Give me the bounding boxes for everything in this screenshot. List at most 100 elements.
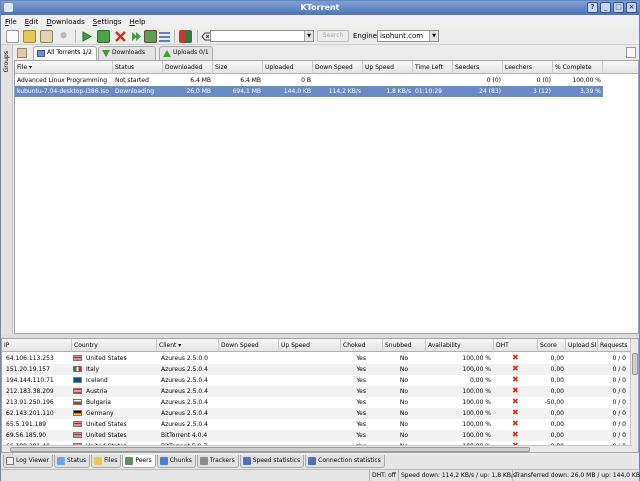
column-time-left[interactable]: Time Left xyxy=(413,61,453,74)
info-tabs: Log Viewer Status Files Peers Chunks Tra… xyxy=(1,455,639,469)
peer-client: Azureus 2.5.0.4 xyxy=(161,399,208,406)
column-status[interactable]: Status xyxy=(113,61,163,74)
torrent-row-selected[interactable]: kubuntu-7.04-desktop-i386.iso Downloadin… xyxy=(15,86,603,97)
peer-row[interactable]: 64.106.113.253 United States Azureus 2.5.0… xyxy=(2,353,630,364)
column-availability[interactable]: Availability xyxy=(426,339,494,352)
paste-icon[interactable] xyxy=(40,30,53,43)
peer-row[interactable]: 213.91.250.196 Bulgaria Azureus 2.5.0.4 Yes… xyxy=(2,397,630,408)
column-seeders[interactable]: Seeders xyxy=(453,61,503,74)
chevron-down-icon[interactable]: ▼ xyxy=(429,31,438,41)
peer-row[interactable]: 65.5.191.189 United States Azureus 2.5.0.4… xyxy=(2,419,630,430)
peer-availability: 100,00 % xyxy=(462,410,491,417)
column-uploaded[interactable]: Uploaded xyxy=(263,61,313,74)
ipfilter-icon[interactable] xyxy=(179,30,192,43)
column-down-speed[interactable]: Down Speed xyxy=(219,339,279,352)
peer-row[interactable]: 151.20.19.157 Italy Azureus 2.5.0.4 Yes No 10… xyxy=(2,364,630,375)
peer-score: 0,00 xyxy=(550,355,564,362)
chevron-down-icon[interactable]: ▼ xyxy=(304,31,313,41)
start-all-icon[interactable] xyxy=(130,30,143,43)
peer-country: Italy xyxy=(86,366,100,373)
torrent-row[interactable]: Advanced Linux Programming Not started 6… xyxy=(15,75,603,86)
torrent-time-left xyxy=(413,75,453,86)
stop-icon[interactable] xyxy=(97,30,110,43)
close-button[interactable]: × xyxy=(626,2,637,13)
view-list-icon[interactable] xyxy=(158,30,171,43)
column-complete[interactable]: % Complete xyxy=(553,61,603,74)
peer-score: 0,00 xyxy=(550,432,564,439)
column-client[interactable]: Client ▾ xyxy=(157,339,219,352)
peers-horizontal-scrollbar[interactable] xyxy=(2,445,632,452)
torrent-down-speed xyxy=(313,75,363,86)
new-torrent-icon[interactable] xyxy=(6,30,19,43)
stop-all-icon[interactable] xyxy=(144,30,157,43)
column-choked[interactable]: Choked xyxy=(341,339,383,352)
tab-chunks[interactable]: Chunks xyxy=(156,455,196,468)
remove-icon[interactable] xyxy=(114,30,127,43)
peer-requests: 0 / 0 xyxy=(612,355,626,362)
engine-select[interactable]: isohunt.com ▼ xyxy=(377,30,439,42)
torrent-list[interactable]: File ▾ Status Downloaded Size Uploaded D… xyxy=(14,60,639,334)
peer-country: Austria xyxy=(86,388,108,395)
column-down-speed[interactable]: Down Speed xyxy=(313,61,363,74)
tab-trackers[interactable]: Trackers xyxy=(196,455,239,468)
column-dht[interactable]: DHT xyxy=(494,339,538,352)
column-snubbed[interactable]: Snubbed xyxy=(383,339,426,352)
column-up-speed[interactable]: Up Speed xyxy=(279,339,341,352)
peer-availability: 100,00 % xyxy=(462,421,491,428)
peer-row[interactable]: 212.183.38.209 Austria Azureus 2.5.0.4 Yes N… xyxy=(2,386,630,397)
tab-speed-statistics[interactable]: Speed statistics xyxy=(239,455,305,468)
tab-all-torrents[interactable]: All Torrents 1/2 xyxy=(33,46,97,60)
tab-downloads[interactable]: Downloads 1/1 xyxy=(98,46,156,68)
column-upload-slot[interactable]: Upload Sl xyxy=(566,339,598,352)
tab-label: Uploads 0/1 xyxy=(173,49,209,56)
tab-files[interactable]: Files xyxy=(91,455,122,468)
search-input[interactable]: ▼ xyxy=(210,30,314,42)
tab-uploads[interactable]: Uploads 0/1 xyxy=(159,46,213,60)
menu-settings[interactable]: Settings xyxy=(93,18,122,26)
queue-manager-icon[interactable] xyxy=(57,30,70,43)
peer-row[interactable]: 62.143.201.110 Germany Azureus 2.5.0.4 Yes N… xyxy=(2,408,630,419)
column-score[interactable]: Score xyxy=(538,339,566,352)
column-ip[interactable]: IP xyxy=(2,339,72,352)
help-title-button[interactable]: ? xyxy=(587,2,598,13)
peer-score: 0,00 xyxy=(550,388,564,395)
peer-requests: 0 / 0 xyxy=(612,366,626,373)
peer-ip: 212.183.38.209 xyxy=(6,388,54,395)
column-leechers[interactable]: Leechers xyxy=(503,61,553,74)
peer-row[interactable]: 69.56.185.90 United States BitTorrent 4.0.… xyxy=(2,430,630,441)
window-menu-icon[interactable] xyxy=(4,3,13,12)
connection-chart-icon xyxy=(308,457,317,465)
column-size[interactable]: Size xyxy=(213,61,263,74)
tab-peers[interactable]: Peers xyxy=(122,455,156,468)
column-up-speed[interactable]: Up Speed xyxy=(363,61,413,74)
chunks-icon xyxy=(159,457,168,465)
column-file[interactable]: File ▾ xyxy=(15,61,113,74)
menu-edit[interactable]: Edit xyxy=(25,18,39,26)
column-requests[interactable]: Requests xyxy=(598,339,632,352)
title-bar[interactable]: KTorrent ? _ □ × xyxy=(1,1,639,15)
menu-help[interactable]: Help xyxy=(130,18,146,26)
peer-country: Iceland xyxy=(86,377,108,384)
scrollbar-thumb[interactable] xyxy=(632,353,638,375)
start-icon[interactable] xyxy=(80,30,93,43)
column-country[interactable]: Country xyxy=(72,339,157,352)
groups-label[interactable]: Groups xyxy=(3,51,10,72)
peer-availability: 100,00 % xyxy=(462,388,491,395)
menu-file[interactable]: File xyxy=(5,18,17,26)
peer-row[interactable]: 194.144.110.71 Iceland Azureus 2.5.0.4 Yes N… xyxy=(2,375,630,386)
tab-log-viewer[interactable]: Log Viewer xyxy=(3,455,54,468)
maximize-button[interactable]: □ xyxy=(613,2,624,13)
search-button[interactable]: Search xyxy=(317,30,349,42)
tab-status[interactable]: Status xyxy=(54,455,91,468)
peers-vertical-scrollbar[interactable] xyxy=(630,339,638,452)
menu-downloads[interactable]: Downloads xyxy=(46,18,84,26)
peer-country: United States xyxy=(86,355,127,362)
peer-choked: Yes xyxy=(356,421,366,428)
minimize-button[interactable]: _ xyxy=(600,2,611,13)
open-folder-icon[interactable] xyxy=(23,30,36,43)
close-tab-icon[interactable] xyxy=(626,47,636,58)
column-downloaded[interactable]: Downloaded xyxy=(163,61,213,74)
tab-connection-statistics[interactable]: Connection statistics xyxy=(305,455,385,468)
peers-list[interactable]: IP Country Client ▾ Down Speed Up Speed … xyxy=(1,338,639,453)
scrollbar-thumb[interactable] xyxy=(10,447,530,452)
